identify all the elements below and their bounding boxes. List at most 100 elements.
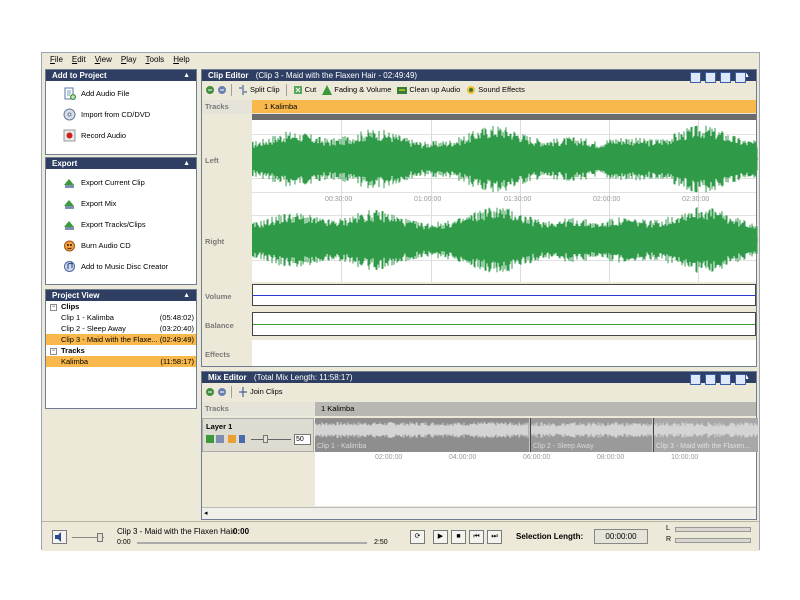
loop-button[interactable]: ⟳ (410, 530, 425, 544)
zoom-in-icon[interactable] (690, 72, 701, 83)
selection-length-label: Selection Length: (516, 532, 584, 541)
clean-up-audio-button[interactable]: Clean up Audio (395, 83, 462, 97)
track-row-selected[interactable]: Kalimba (11:58:17) (46, 356, 196, 367)
play-button[interactable]: ▶ (433, 530, 448, 544)
add-music-disc-task[interactable]: Add to Music Disc Creator (46, 256, 196, 277)
menu-edit[interactable]: Edit (72, 55, 86, 64)
add-to-project-panel: Add to Project ▲ Add Audio File Import f… (45, 69, 197, 155)
import-cd-task[interactable]: Import from CD/DVD (46, 104, 196, 125)
export-header[interactable]: Export ▲ (46, 158, 196, 169)
undo-icon[interactable] (205, 85, 215, 95)
undo-icon[interactable] (205, 387, 215, 397)
add-to-project-header[interactable]: Add to Project ▲ (46, 70, 196, 81)
effects-lane[interactable] (252, 340, 756, 366)
clip-duration: (03:20:40) (159, 324, 194, 333)
menu-play[interactable]: Play (121, 55, 137, 64)
horizontal-scrollbar[interactable]: ◂ (202, 507, 756, 519)
menu-file[interactable]: File (50, 55, 63, 64)
zoom-out-icon[interactable] (705, 374, 716, 385)
zoom-out-icon[interactable] (705, 72, 716, 83)
menu-view[interactable]: View (95, 55, 112, 64)
clips-group[interactable]: − Clips (46, 301, 196, 312)
clip-name: Clip 1 - Kalimba (61, 313, 114, 322)
time-mark: 06:00:00 (523, 454, 551, 461)
cut-button[interactable]: Cut (291, 83, 319, 97)
clip-track-row: Tracks 1 Kalimba (202, 100, 756, 114)
track-bar[interactable]: 1 Kalimba (252, 100, 756, 113)
slider-thumb[interactable] (263, 435, 268, 443)
collapse-box-icon[interactable]: − (50, 347, 57, 355)
menu-tools[interactable]: Tools (146, 55, 165, 64)
join-clips-button[interactable]: Join Clips (236, 385, 285, 399)
zoom-in-icon[interactable] (690, 374, 701, 385)
project-view-header[interactable]: Project View ▲ (46, 290, 196, 301)
previous-button[interactable]: ⏮ (469, 530, 484, 544)
collapse-icon[interactable]: ▲ (183, 290, 190, 301)
left-channel-waveform (252, 125, 758, 193)
mix-clip[interactable]: Clip 3 - Maid with the Flaxen... (653, 418, 759, 452)
master-volume-thumb[interactable] (97, 533, 103, 542)
zoom-fit-icon[interactable] (720, 72, 731, 83)
waveform-area[interactable]: 00:30:00 01:00:00 01:30:00 02:00:00 02:3… (252, 120, 758, 282)
layer-volume-field[interactable]: 50 (294, 434, 311, 445)
tracks-group[interactable]: − Tracks (46, 345, 196, 356)
mix-timeline[interactable]: 02:00:00 04:00:00 06:00:00 08:00:00 10:0… (315, 452, 756, 506)
zoom-selection-icon[interactable] (735, 374, 746, 385)
export-clip-icon (63, 176, 76, 189)
scroll-left-icon[interactable]: ◂ (204, 509, 208, 517)
mix-track-bar[interactable]: 1 Kalimba (315, 402, 756, 416)
split-clip-button[interactable]: Split Clip (236, 83, 282, 97)
export-title: Export (52, 159, 78, 168)
add-layer-icon[interactable] (206, 435, 214, 443)
separator (231, 385, 232, 398)
mix-editor-title: Mix Editor (208, 373, 247, 382)
speaker-icon[interactable] (228, 435, 236, 443)
collapse-icon[interactable]: ▲ (183, 158, 190, 169)
redo-icon[interactable] (217, 387, 227, 397)
clip-row[interactable]: Clip 1 - Kalimba (05:48:02) (46, 312, 196, 323)
stop-button[interactable]: ■ (451, 530, 466, 544)
time-mark: 02:00:00 (593, 196, 621, 203)
clip-row[interactable]: Clip 2 - Sleep Away (03:20:40) (46, 323, 196, 334)
volume-envelope[interactable] (252, 284, 756, 306)
position-slider[interactable] (137, 542, 367, 544)
sound-effects-label: Sound Effects (478, 85, 525, 94)
balance-envelope[interactable] (252, 312, 756, 336)
add-audio-file-icon (63, 87, 76, 100)
add-audio-file-task[interactable]: Add Audio File (46, 83, 196, 104)
fading-volume-button[interactable]: Fading & Volume (320, 83, 393, 97)
clip-editor: Clip Editor (Clip 3 - Maid with the Flax… (201, 69, 758, 367)
fading-icon (322, 84, 333, 95)
collapse-box-icon[interactable]: − (50, 303, 57, 311)
burn-cd-task[interactable]: Burn Audio CD (46, 235, 196, 256)
mix-clip-label: Clip 3 - Maid with the Flaxen... (656, 443, 751, 450)
mix-clip[interactable]: Clip 1 - Kalimba (315, 418, 529, 452)
zoom-controls (690, 72, 746, 83)
record-audio-task[interactable]: Record Audio (46, 125, 196, 146)
next-button[interactable]: ⏭ (487, 530, 502, 544)
clip-row-selected[interactable]: Clip 3 - Maid with the Flaxe... (02:49:4… (46, 334, 196, 345)
zoom-controls (690, 374, 746, 385)
now-playing-title: Clip 3 - Maid with the Flaxen Hair (117, 527, 235, 536)
layer-volume-slider[interactable] (251, 439, 291, 440)
sound-effects-button[interactable]: Sound Effects (464, 83, 527, 97)
mute-icon[interactable] (239, 435, 245, 443)
zoom-fit-icon[interactable] (720, 374, 731, 385)
zoom-selection-icon[interactable] (735, 72, 746, 83)
tracks-label: Tracks (205, 102, 229, 111)
balance-label: Balance (205, 321, 234, 330)
redo-icon[interactable] (217, 85, 227, 95)
tracks-label: Tracks (205, 404, 229, 413)
layer-settings-icon[interactable] (216, 435, 224, 443)
export-mix-task[interactable]: Export Mix (46, 193, 196, 214)
position-start: 0:00 (117, 539, 131, 546)
add-audio-file-label: Add Audio File (81, 89, 130, 98)
mix-clip[interactable]: Clip 2 - Sleep Away (530, 418, 653, 452)
export-current-clip-task[interactable]: Export Current Clip (46, 172, 196, 193)
collapse-icon[interactable]: ▲ (183, 70, 190, 81)
menu-help[interactable]: Help (173, 55, 189, 64)
next-icon: ⏭ (491, 533, 498, 540)
speaker-icon[interactable] (52, 530, 67, 544)
export-tracks-task[interactable]: Export Tracks/Clips (46, 214, 196, 235)
mix-editor-toolbar: Join Clips (202, 374, 756, 400)
